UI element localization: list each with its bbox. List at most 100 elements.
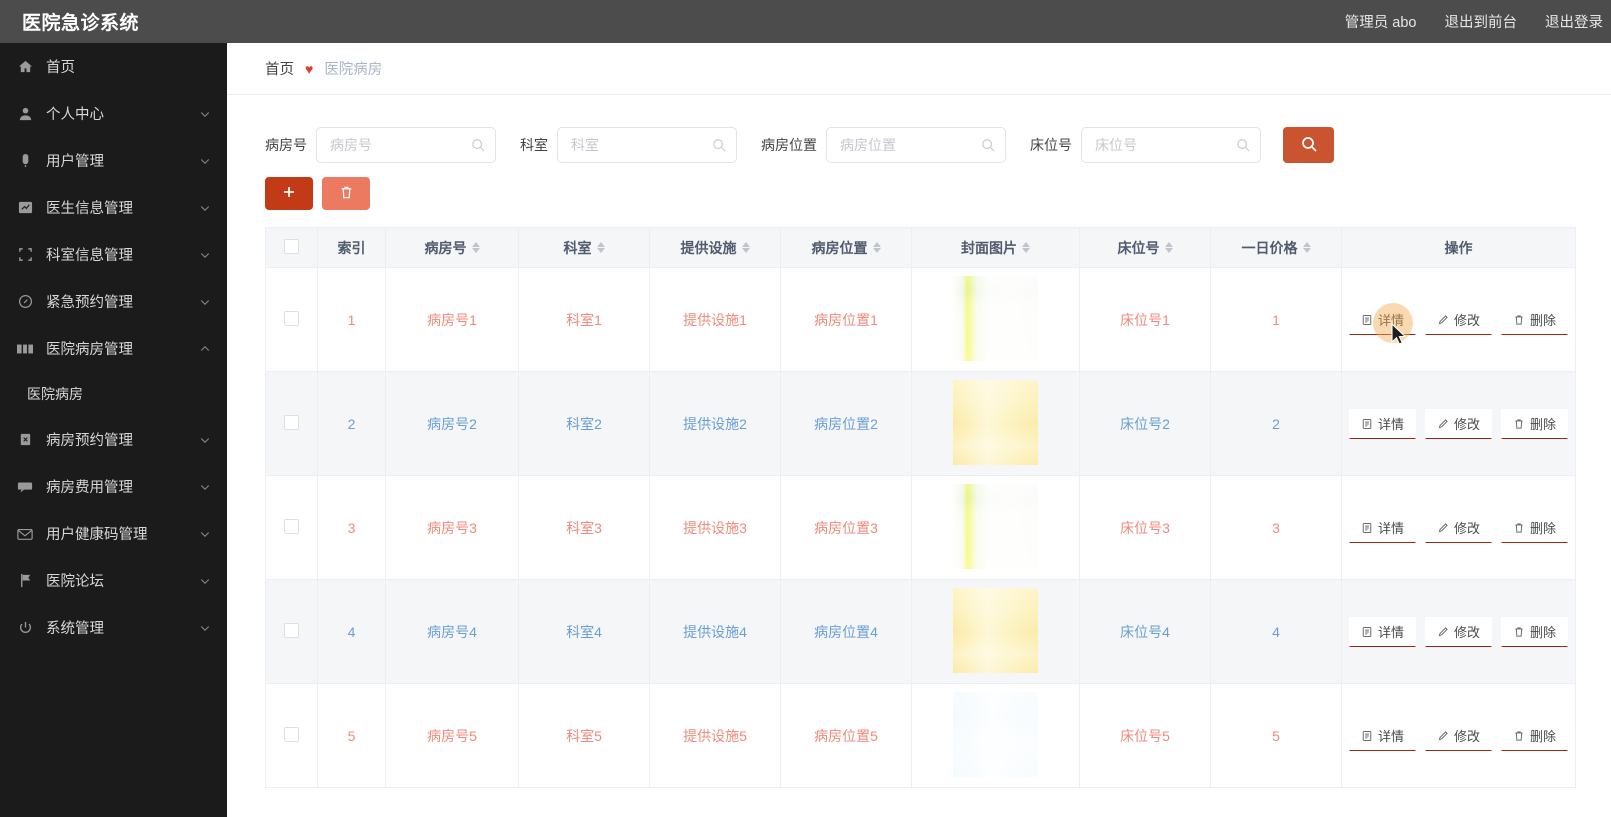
sort-icon[interactable]: [741, 242, 750, 253]
ward-no-input[interactable]: [330, 137, 465, 153]
delete-button[interactable]: 删除: [1501, 720, 1569, 751]
sort-icon[interactable]: [1302, 242, 1311, 253]
detail-label: 详情: [1377, 521, 1404, 536]
detail-button[interactable]: 详情: [1348, 720, 1416, 751]
cover-thumbnail[interactable]: [953, 275, 1038, 361]
location-input-wrapper[interactable]: [826, 127, 1006, 163]
department-input-wrapper[interactable]: [557, 127, 737, 163]
row-checkbox[interactable]: [284, 518, 299, 534]
header-facilities[interactable]: 提供设施: [649, 227, 781, 268]
facilities-value: 提供设施3: [683, 519, 747, 536]
header-label: 床位号: [1117, 239, 1160, 256]
sidebar-item-ward-appointment[interactable]: 病房预约管理: [0, 416, 227, 463]
delete-button[interactable]: 删除: [1501, 512, 1569, 543]
ward-no-input-wrapper[interactable]: [316, 127, 496, 163]
detail-button[interactable]: 详情: [1348, 304, 1416, 335]
cell-cover-image[interactable]: [911, 579, 1080, 684]
edit-button[interactable]: 修改: [1424, 304, 1492, 335]
row-checkbox[interactable]: [284, 622, 299, 638]
department-input[interactable]: [571, 137, 706, 153]
chevron-down-icon: [199, 622, 211, 634]
detail-button[interactable]: 详情: [1348, 616, 1416, 647]
cell-cover-image[interactable]: [911, 683, 1080, 788]
search-submit-button[interactable]: [1283, 127, 1334, 163]
cover-thumbnail[interactable]: [953, 379, 1038, 465]
document-icon: [1361, 314, 1373, 326]
delete-button[interactable]: 删除: [1501, 304, 1569, 335]
sidebar-item-emergency-appointment[interactable]: 紧急预约管理: [0, 278, 227, 325]
cell-ward-no: 病房号2: [385, 371, 519, 476]
filter-bed-no: 床位号: [1030, 127, 1261, 163]
sidebar-item-department-info[interactable]: 科室信息管理: [0, 231, 227, 278]
row-checkbox[interactable]: [284, 414, 299, 430]
bed-no-input-wrapper[interactable]: [1081, 127, 1261, 163]
header-cover-image[interactable]: 封面图片: [911, 227, 1080, 268]
cover-thumbnail[interactable]: [953, 587, 1038, 673]
edit-button[interactable]: 修改: [1424, 616, 1492, 647]
row-actions: 详情 修改 删除: [1342, 616, 1575, 647]
edit-button[interactable]: 修改: [1424, 408, 1492, 439]
row-select-cell[interactable]: [265, 579, 318, 684]
trash-icon: [1513, 730, 1525, 742]
cell-cover-image[interactable]: [911, 475, 1080, 580]
table-header-row: 索引 病房号 科室 提供设施 病房位置 封面图片 床位号 一日价格 操作: [265, 227, 1576, 268]
edit-label: 修改: [1453, 625, 1480, 640]
header-bed-no[interactable]: 床位号: [1079, 227, 1211, 268]
row-checkbox[interactable]: [284, 310, 299, 326]
row-select-cell[interactable]: [265, 683, 318, 788]
location-input[interactable]: [840, 137, 975, 153]
bed-no-input[interactable]: [1095, 137, 1230, 153]
header-price[interactable]: 一日价格: [1210, 227, 1342, 268]
sidebar-item-health-code[interactable]: 用户健康码管理: [0, 510, 227, 557]
chevron-down-icon: [199, 575, 211, 587]
sidebar-item-forum[interactable]: 医院论坛: [0, 557, 227, 604]
cell-cover-image[interactable]: [911, 371, 1080, 476]
edit-label: 修改: [1453, 313, 1480, 328]
header-ward-no[interactable]: 病房号: [385, 227, 519, 268]
add-button[interactable]: [265, 177, 313, 210]
sort-icon[interactable]: [471, 242, 480, 253]
sidebar-subitem-hospital-ward[interactable]: 医院病房: [0, 372, 227, 416]
row-select-cell[interactable]: [265, 475, 318, 580]
sort-icon[interactable]: [596, 242, 605, 253]
sidebar-item-system-management[interactable]: 系统管理: [0, 604, 227, 651]
batch-delete-button[interactable]: [322, 177, 370, 210]
sort-icon[interactable]: [1164, 242, 1173, 253]
mail-icon: [14, 523, 36, 545]
sidebar-item-ward-fee[interactable]: 病房费用管理: [0, 463, 227, 510]
sort-icon[interactable]: [1022, 242, 1030, 253]
sidebar-item-ward-management[interactable]: 医院病房管理: [0, 325, 227, 372]
breadcrumb-current[interactable]: 医院病房: [324, 58, 382, 79]
header-select-all[interactable]: [265, 227, 318, 268]
cover-thumbnail[interactable]: [953, 483, 1038, 569]
sidebar-item-user-management[interactable]: 用户管理: [0, 137, 227, 184]
header-department[interactable]: 科室: [518, 227, 650, 268]
filter-department: 科室: [520, 127, 737, 163]
sidebar-item-home[interactable]: 首页: [0, 43, 227, 90]
row-checkbox[interactable]: [284, 726, 299, 742]
sort-icon[interactable]: [872, 242, 881, 253]
select-all-checkbox[interactable]: [284, 238, 299, 254]
breadcrumb-home[interactable]: 首页: [265, 58, 294, 79]
delete-button[interactable]: 删除: [1501, 616, 1569, 647]
row-select-cell[interactable]: [265, 267, 318, 372]
delete-button[interactable]: 删除: [1501, 408, 1569, 439]
chevron-down-icon: [199, 481, 211, 493]
sidebar-item-profile[interactable]: 个人中心: [0, 90, 227, 137]
location-value: 病房位置3: [814, 519, 878, 536]
row-select-cell[interactable]: [265, 371, 318, 476]
header-location[interactable]: 病房位置: [780, 227, 912, 268]
facilities-value: 提供设施5: [683, 727, 747, 744]
cover-thumbnail[interactable]: [953, 691, 1038, 777]
sidebar-item-doctor-info[interactable]: 医生信息管理: [0, 184, 227, 231]
cell-facilities: 提供设施4: [649, 579, 781, 684]
edit-button[interactable]: 修改: [1424, 720, 1492, 751]
detail-button[interactable]: 详情: [1348, 512, 1416, 543]
detail-button[interactable]: 详情: [1348, 408, 1416, 439]
cell-cover-image[interactable]: [911, 267, 1080, 372]
cell-operations: 详情 修改 删除: [1341, 371, 1576, 476]
exit-to-frontend-link[interactable]: 退出到前台: [1445, 11, 1518, 32]
logout-link[interactable]: 退出登录: [1545, 11, 1603, 32]
cell-ward-no: 病房号3: [385, 475, 519, 580]
edit-button[interactable]: 修改: [1424, 512, 1492, 543]
